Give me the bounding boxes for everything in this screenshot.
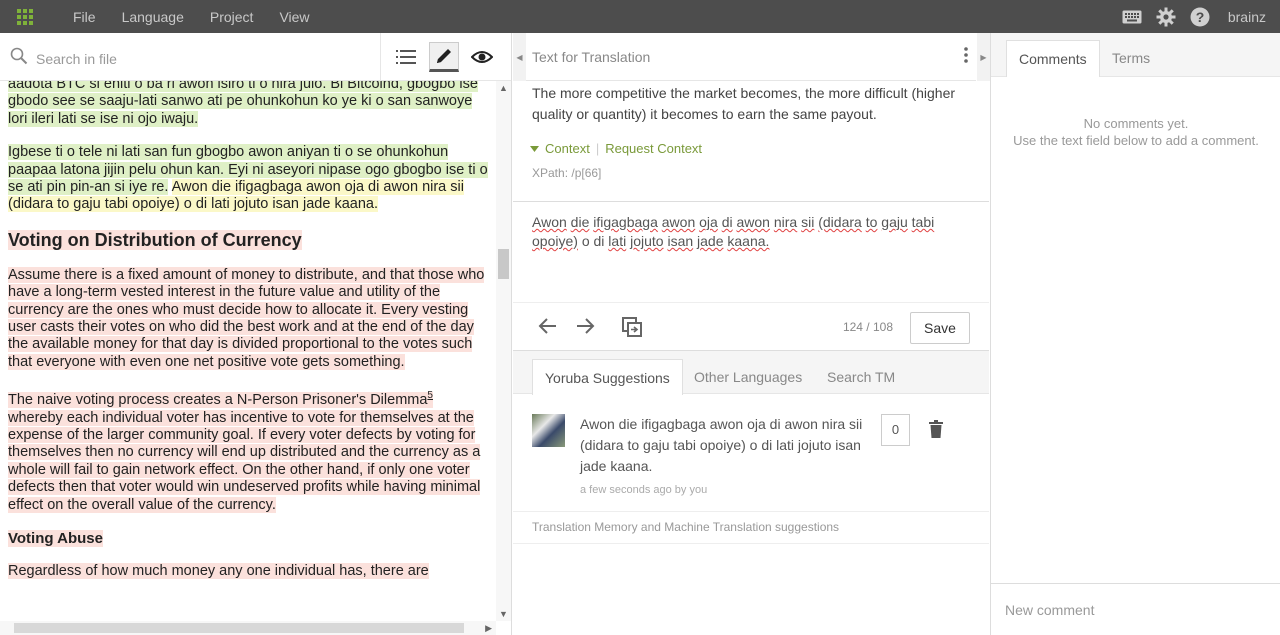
translation-input[interactable]: Awon die ifigagbaga awon oja di awon nir… [532, 213, 962, 251]
divider [513, 543, 989, 544]
tab-other-languages[interactable]: Other Languages [682, 359, 814, 395]
divider [513, 201, 989, 202]
main-menu: File Language Project View [60, 0, 323, 33]
menu-view[interactable]: View [266, 9, 322, 25]
keyboard-icon[interactable] [1122, 10, 1142, 24]
comments-tabs: Comments Terms [991, 33, 1280, 77]
vote-count[interactable]: 0 [881, 414, 910, 446]
character-count: 124 / 108 [842, 320, 893, 334]
scroll-up-icon[interactable]: ▲ [496, 83, 511, 93]
section-heading[interactable]: Voting on Distribution of Currency [8, 229, 488, 251]
avatar [532, 414, 565, 447]
translation-header: Text for Translation [526, 33, 976, 81]
document-pane: aadota BTC si eniti o ba ri awon isiro t… [0, 33, 512, 635]
top-bar: File Language Project View ? brainz [0, 0, 1280, 33]
search-box [10, 47, 336, 70]
untranslated-segment[interactable]: The naive voting process creates a N-Per… [8, 390, 481, 513]
arrow-right-icon[interactable] [575, 317, 595, 340]
source-text: The more competitive the market becomes,… [532, 85, 956, 122]
context-row: Context | Request Context [530, 141, 702, 156]
svg-text:?: ? [1196, 9, 1205, 25]
comments-panel: Comments Terms No comments yet. Use the … [990, 33, 1280, 635]
tab-comments[interactable]: Comments [1006, 40, 1100, 77]
save-button[interactable]: Save [910, 312, 970, 344]
scroll-thumb[interactable] [498, 249, 509, 279]
section-heading[interactable]: Voting Abuse [8, 529, 488, 547]
paragraph[interactable]: Assume there is a fixed amount of money … [8, 266, 488, 371]
user-menu[interactable]: brainz [1228, 9, 1266, 25]
vertical-scrollbar[interactable]: ▲ ▼ [496, 81, 511, 621]
copy-source-icon[interactable] [621, 316, 643, 343]
preview-eye-icon[interactable] [467, 42, 497, 72]
translation-pane: ◀ Text for Translation The more competit… [513, 33, 989, 635]
view-mode-tools [380, 33, 497, 81]
help-icon[interactable]: ? [1190, 7, 1210, 27]
document-content: aadota BTC si eniti o ba ri awon isiro t… [0, 81, 496, 621]
translation-header-label: Text for Translation [532, 49, 651, 65]
tm-suggestions-label: Translation Memory and Machine Translati… [532, 520, 840, 534]
caret-down-icon[interactable] [530, 141, 539, 156]
new-comment-box [991, 583, 1280, 635]
separator: | [595, 141, 600, 156]
suggestions-tabs: Yoruba Suggestions Other Languages Searc… [513, 350, 989, 395]
horizontal-scrollbar[interactable]: ▶ [0, 621, 496, 635]
tab-yoruba-suggestions[interactable]: Yoruba Suggestions [532, 359, 683, 395]
collapse-right-icon[interactable]: ▶ [977, 33, 990, 81]
gear-icon[interactable] [1156, 7, 1176, 27]
request-context-link[interactable]: Request Context [605, 141, 702, 156]
empty-comments-message: No comments yet. Use the text field belo… [1013, 116, 1259, 148]
scroll-thumb[interactable] [14, 623, 464, 633]
search-icon [10, 47, 28, 70]
menu-language[interactable]: Language [109, 9, 197, 25]
suggestions-panel: Yoruba Suggestions Other Languages Searc… [513, 350, 989, 635]
arrow-left-icon[interactable] [538, 317, 558, 340]
apps-grid-icon[interactable] [0, 0, 49, 33]
paragraph[interactable]: aadota BTC si eniti o ba ri awon isiro t… [8, 81, 488, 128]
tab-search-tm[interactable]: Search TM [815, 359, 907, 395]
menu-file[interactable]: File [60, 9, 109, 25]
untranslated-segment[interactable]: Regardless of how much money any one ind… [8, 562, 429, 579]
scroll-right-icon[interactable]: ▶ [485, 621, 492, 635]
more-options-icon[interactable] [964, 47, 968, 67]
translated-segment[interactable]: aadota BTC si eniti o ba ri awon isiro t… [8, 81, 478, 127]
comments-pane: ▶ Comments Terms No comments yet. Use th… [977, 33, 1280, 635]
menu-project[interactable]: Project [197, 9, 267, 25]
paragraph[interactable]: Regardless of how much money any one ind… [8, 562, 488, 580]
top-right-controls: ? brainz [1122, 0, 1266, 33]
tab-terms[interactable]: Terms [1100, 40, 1162, 77]
suggestion-meta: a few seconds ago by you [580, 484, 708, 496]
paragraph[interactable]: The naive voting process creates a N-Per… [8, 387, 488, 514]
trash-icon[interactable] [929, 420, 943, 443]
edit-mode-icon[interactable] [429, 42, 459, 72]
suggestion-text[interactable]: Awon die ifigagbaga awon oja di awon nir… [580, 414, 865, 477]
search-input[interactable] [36, 50, 336, 67]
new-comment-input[interactable] [1005, 602, 1265, 618]
list-view-icon[interactable] [391, 42, 421, 72]
untranslated-segment[interactable]: Assume there is a fixed amount of money … [8, 266, 485, 370]
translation-actions: 124 / 108 Save [513, 302, 989, 350]
collapse-left-icon[interactable]: ◀ [513, 33, 526, 81]
document-toolbar [0, 33, 511, 81]
footnote-link[interactable]: 5 [427, 390, 433, 401]
scroll-down-icon[interactable]: ▼ [496, 609, 511, 619]
suggestion-item[interactable]: Awon die ifigagbaga awon oja di awon nir… [513, 394, 989, 512]
paragraph[interactable]: Igbese ti o tele ni lati san fun gbogbo … [8, 144, 488, 214]
context-toggle[interactable]: Context [545, 141, 590, 156]
xpath-label: XPath: /p[66] [532, 166, 602, 180]
